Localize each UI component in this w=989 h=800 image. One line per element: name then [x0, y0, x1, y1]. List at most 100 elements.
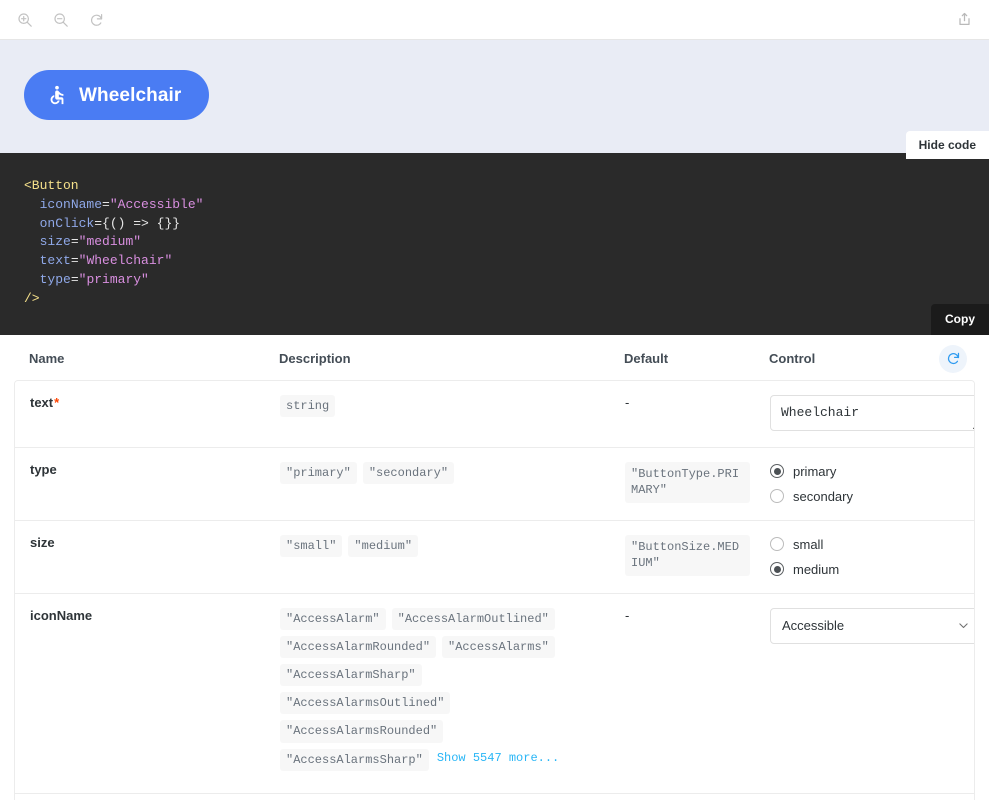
code-tag-open: <Button: [24, 178, 79, 193]
zoom-in-icon[interactable]: [14, 9, 36, 31]
radio-option-small[interactable]: small: [770, 537, 961, 552]
type-chip: "primary": [280, 461, 357, 484]
radio-indicator-primary: [770, 464, 784, 479]
code-attr-onclick: onClick: [39, 215, 95, 231]
row-default-cell-size: "ButtonSize.MEDIUM": [610, 519, 755, 593]
code-value-size: "medium": [78, 234, 142, 250]
type-chip: "AccessAlarmOutlined": [391, 607, 555, 630]
preview-toolbar: [0, 0, 989, 40]
radio-indicator-secondary: [770, 489, 784, 504]
type-chip: string: [280, 394, 336, 417]
type-chip: "AccessAlarms": [442, 635, 555, 658]
column-header-description: Description: [264, 334, 609, 380]
type-chip: "AccessAlarmsRounded": [280, 720, 444, 743]
text-control-input[interactable]: [770, 394, 974, 431]
radio-option-primary[interactable]: primary: [770, 464, 961, 479]
args-table-body: text* string - type: [15, 380, 974, 800]
column-header-control-label: Control: [769, 350, 816, 366]
zoom-out-icon[interactable]: [50, 9, 72, 31]
prop-name-type: type: [30, 461, 57, 477]
row-default-cell-iconname: -: [610, 592, 755, 793]
required-marker-text: *: [54, 394, 60, 410]
radio-option-medium[interactable]: medium: [770, 562, 961, 577]
wheelchair-demo-button-label: Wheelchair: [79, 84, 182, 106]
row-control-cell-onclick: -: [755, 792, 974, 800]
code-eq-1: =: [102, 196, 110, 212]
row-control-cell-iconname: Accessible: [755, 592, 974, 793]
share-icon[interactable]: [953, 9, 975, 31]
code-value-iconname: "Accessible": [109, 196, 204, 212]
args-table-body-shell: text* string - type: [14, 379, 975, 800]
type-chip: "AccessAlarmRounded": [280, 635, 437, 658]
row-description-cell-type: "primary" "secondary": [265, 446, 610, 520]
radio-label-small: small: [793, 536, 824, 552]
hide-code-button[interactable]: Hide code: [905, 131, 989, 160]
code-eq-4: =: [70, 253, 79, 269]
copy-code-button[interactable]: Copy: [931, 304, 989, 335]
row-name-cell-text: text*: [15, 380, 265, 447]
type-radio-group: primary secondary: [770, 462, 961, 504]
row-control-cell-size: small medium: [755, 519, 974, 593]
table-row: iconName "AccessAlarm" "AccessAlarmOutlin…: [15, 592, 974, 793]
default-value-type: "ButtonType.PRIMARY": [625, 461, 750, 504]
size-radio-group: small medium: [770, 535, 961, 577]
row-description-cell-text: string: [265, 380, 610, 447]
default-value-text: -: [625, 394, 630, 410]
chevron-down-icon: [957, 619, 970, 632]
row-description-cell-size: "small" "medium": [265, 519, 610, 593]
args-table-header-row: Name Description Default Control: [14, 334, 975, 380]
code-eq-3: =: [70, 234, 79, 250]
type-chip: "small": [280, 534, 343, 557]
zoom-reset-icon[interactable]: [86, 9, 108, 31]
row-description-cell-onclick: (() => void): [265, 792, 610, 800]
table-row: onClick (() => void) - -: [15, 792, 974, 800]
code-attr-iconname: iconName: [39, 196, 103, 212]
row-name-cell-type: type: [15, 446, 265, 520]
storybook-docs-page: Wheelchair Hide code <Button iconName="A…: [0, 0, 989, 800]
table-row: type "primary" "secondary" "ButtonType.PR…: [15, 446, 974, 520]
default-value-iconname: -: [625, 607, 630, 623]
type-chip: "secondary": [362, 461, 455, 484]
column-header-default: Default: [609, 334, 754, 380]
wheelchair-accessible-icon: [46, 84, 68, 106]
radio-label-primary: primary: [793, 463, 837, 479]
iconname-select-control[interactable]: Accessible: [770, 607, 974, 644]
args-table-head: Name Description Default Control: [14, 334, 975, 380]
row-control-cell-text: [755, 380, 974, 447]
default-value-size: "ButtonSize.MEDIUM": [625, 534, 750, 577]
row-default-cell-onclick: -: [610, 792, 755, 800]
type-chip: "AccessAlarmsOutlined": [280, 692, 451, 715]
row-control-cell-type: primary secondary: [755, 446, 974, 520]
column-header-control: Control: [754, 334, 975, 380]
code-value-onclick: {() => {}}: [102, 215, 181, 231]
args-table-body-table: text* string - type: [15, 380, 974, 800]
row-name-cell-size: size: [15, 519, 265, 593]
code-eq-5: =: [70, 271, 79, 287]
radio-indicator-medium: [770, 562, 784, 577]
code-snippet[interactable]: <Button iconName="Accessible" onClick={(…: [24, 177, 989, 309]
code-attr-size: size: [39, 234, 71, 250]
type-chip: "AccessAlarmSharp": [280, 663, 422, 687]
radio-label-medium: medium: [793, 561, 840, 577]
prop-name-iconname: iconName: [30, 607, 93, 623]
show-more-link[interactable]: Show 5547 more...: [437, 749, 559, 765]
row-description-cell-iconname: "AccessAlarm" "AccessAlarmOutlined" "Acce…: [265, 592, 610, 793]
table-row: text* string -: [15, 380, 974, 447]
type-chip: "AccessAlarm": [280, 607, 386, 630]
type-chip: "AccessAlarmsSharp": [280, 748, 429, 771]
column-header-name: Name: [14, 334, 264, 380]
iconname-select-value: Accessible: [782, 618, 845, 634]
code-attr-type: type: [39, 271, 71, 287]
code-snippet-panel: <Button iconName="Accessible" onClick={(…: [0, 153, 989, 335]
row-name-cell-onclick: onClick: [15, 792, 265, 800]
args-table-area: Name Description Default Control text* s…: [0, 334, 989, 800]
code-eq-2: =: [94, 215, 103, 231]
row-default-cell-type: "ButtonType.PRIMARY": [610, 446, 755, 520]
radio-option-secondary[interactable]: secondary: [770, 489, 961, 504]
reset-controls-icon[interactable]: [939, 344, 967, 373]
toolbar-right-actions: [953, 9, 975, 31]
args-table: Name Description Default Control: [14, 334, 975, 380]
row-name-cell-iconname: iconName: [15, 592, 265, 793]
code-attr-text: text: [39, 253, 71, 269]
wheelchair-demo-button[interactable]: Wheelchair: [24, 70, 210, 120]
